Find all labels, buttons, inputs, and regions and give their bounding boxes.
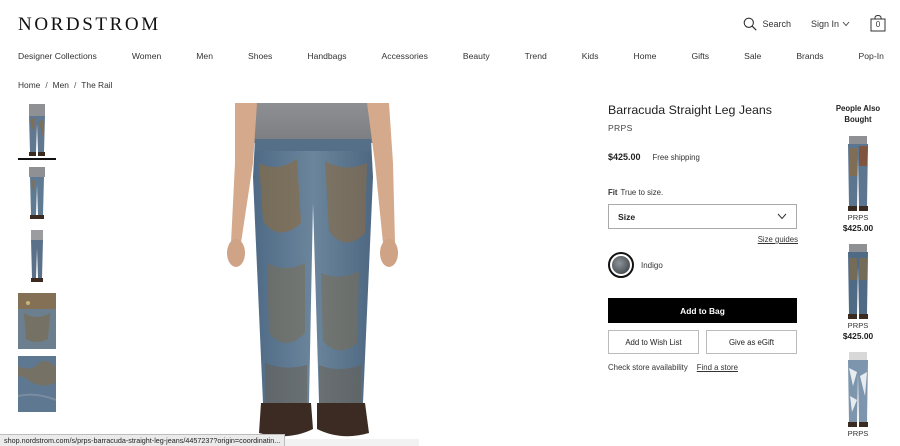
nav-item-sale[interactable]: Sale [744, 51, 761, 61]
recommendation-image [837, 352, 879, 428]
search-icon [744, 17, 758, 31]
nav-item-men[interactable]: Men [196, 51, 213, 61]
breadcrumb-men[interactable]: Men [53, 80, 69, 90]
breadcrumb-home[interactable]: Home [18, 80, 40, 90]
people-also-bought: People Also Bought PRPS $425.00 PRPS $42… [834, 103, 882, 438]
breadcrumb-separator: / [73, 80, 77, 90]
color-swatch-indigo[interactable] [608, 252, 634, 278]
product-details: Barracuda Straight Leg Jeans PRPS $425.0… [608, 103, 798, 372]
store-availability-label: Check store availability [608, 363, 688, 372]
product-price: $425.00 [608, 152, 641, 162]
nav-item-beauty[interactable]: Beauty [463, 51, 490, 61]
thumbnail-detail-fabric[interactable] [18, 356, 56, 412]
nav-item-brands[interactable]: Brands [796, 51, 823, 61]
recommendation-item[interactable]: PRPS $425.00 [834, 136, 882, 233]
jeans-photo [205, 103, 419, 446]
thumbnail-front[interactable] [18, 104, 56, 160]
nav-item-kids[interactable]: Kids [582, 51, 599, 61]
thumbnail-image [18, 356, 56, 412]
thumbnail-image [18, 104, 56, 160]
add-to-bag-button[interactable]: Add to Bag [608, 298, 797, 323]
nav-item-pop-in[interactable]: Pop-In [859, 51, 884, 61]
add-to-wish-list-button[interactable]: Add to Wish List [608, 330, 699, 354]
browser-status-url: shop.nordstrom.com/s/prps-barracuda-stra… [0, 434, 286, 446]
nordstrom-logo[interactable]: NORDSTROM [18, 14, 161, 36]
size-guides-link[interactable]: Size guides [608, 235, 798, 244]
product-title: Barracuda Straight Leg Jeans [608, 103, 772, 117]
recommendation-price: $425.00 [842, 223, 874, 233]
sign-in-button[interactable]: Sign In [811, 19, 850, 29]
breadcrumb: Home / Men / The Rail [18, 80, 112, 90]
bag-count: 0 [875, 20, 881, 29]
thumbnail-back[interactable] [18, 230, 56, 286]
swatch-fill [612, 256, 630, 274]
recommendation-price: $425.00 [842, 331, 874, 341]
color-selector: Indigo [608, 252, 798, 278]
sign-in-label: Sign In [810, 18, 839, 29]
chevron-down-icon [777, 213, 787, 220]
shipping-info: Free shipping [652, 153, 700, 162]
breadcrumb-the-rail[interactable]: The Rail [81, 80, 112, 90]
fit-info: Fit True to size. [608, 188, 798, 197]
main-nav: Designer Collections Women Men Shoes Han… [18, 51, 884, 61]
header-actions: Search Sign In 0 [743, 15, 886, 32]
fit-label: Fit [608, 188, 618, 197]
nav-item-trend[interactable]: Trend [525, 51, 547, 61]
nav-item-women[interactable]: Women [132, 51, 161, 61]
thumbnail-image [18, 293, 56, 349]
size-select[interactable]: Size [608, 204, 797, 229]
thumbnail-image [18, 230, 56, 286]
fit-value: True to size. [620, 188, 664, 197]
nav-item-designer-collections[interactable]: Designer Collections [18, 51, 97, 61]
recommendation-brand: PRPS [847, 213, 869, 222]
thumbnail-list [18, 104, 56, 419]
product-brand[interactable]: PRPS [608, 123, 798, 133]
product-main-image[interactable] [205, 103, 419, 446]
thumbnail-image [18, 167, 56, 223]
search-label: Search [762, 18, 791, 29]
recommendation-image [837, 244, 879, 320]
nav-item-gifts[interactable]: Gifts [691, 51, 709, 61]
nav-item-home[interactable]: Home [634, 51, 657, 61]
chevron-down-icon [842, 21, 850, 26]
size-select-label: Size [618, 211, 636, 222]
shopping-bag-button[interactable]: 0 [870, 15, 886, 32]
people-also-bought-title: People Also Bought [835, 104, 881, 124]
recommendation-brand: PRPS [847, 429, 869, 438]
secondary-actions: Add to Wish List Give as eGift [608, 330, 797, 354]
recommendation-image [837, 136, 879, 212]
search-button[interactable]: Search [743, 17, 791, 31]
price-row: $425.00 Free shipping [608, 152, 798, 162]
color-name: Indigo [641, 260, 663, 270]
nav-item-shoes[interactable]: Shoes [248, 51, 272, 61]
give-as-egift-button[interactable]: Give as eGift [706, 330, 797, 354]
thumbnail-side[interactable] [18, 167, 56, 223]
thumbnail-detail-pocket[interactable] [18, 293, 56, 349]
nav-item-handbags[interactable]: Handbags [307, 51, 346, 61]
nav-item-accessories[interactable]: Accessories [382, 51, 428, 61]
find-a-store-link[interactable]: Find a store [697, 363, 738, 372]
recommendation-brand: PRPS [847, 321, 869, 330]
breadcrumb-separator: / [45, 80, 48, 90]
recommendation-item[interactable]: PRPS $425.00 [834, 244, 882, 341]
store-availability: Check store availability Find a store [608, 363, 798, 372]
recommendation-item[interactable]: PRPS [834, 352, 882, 438]
